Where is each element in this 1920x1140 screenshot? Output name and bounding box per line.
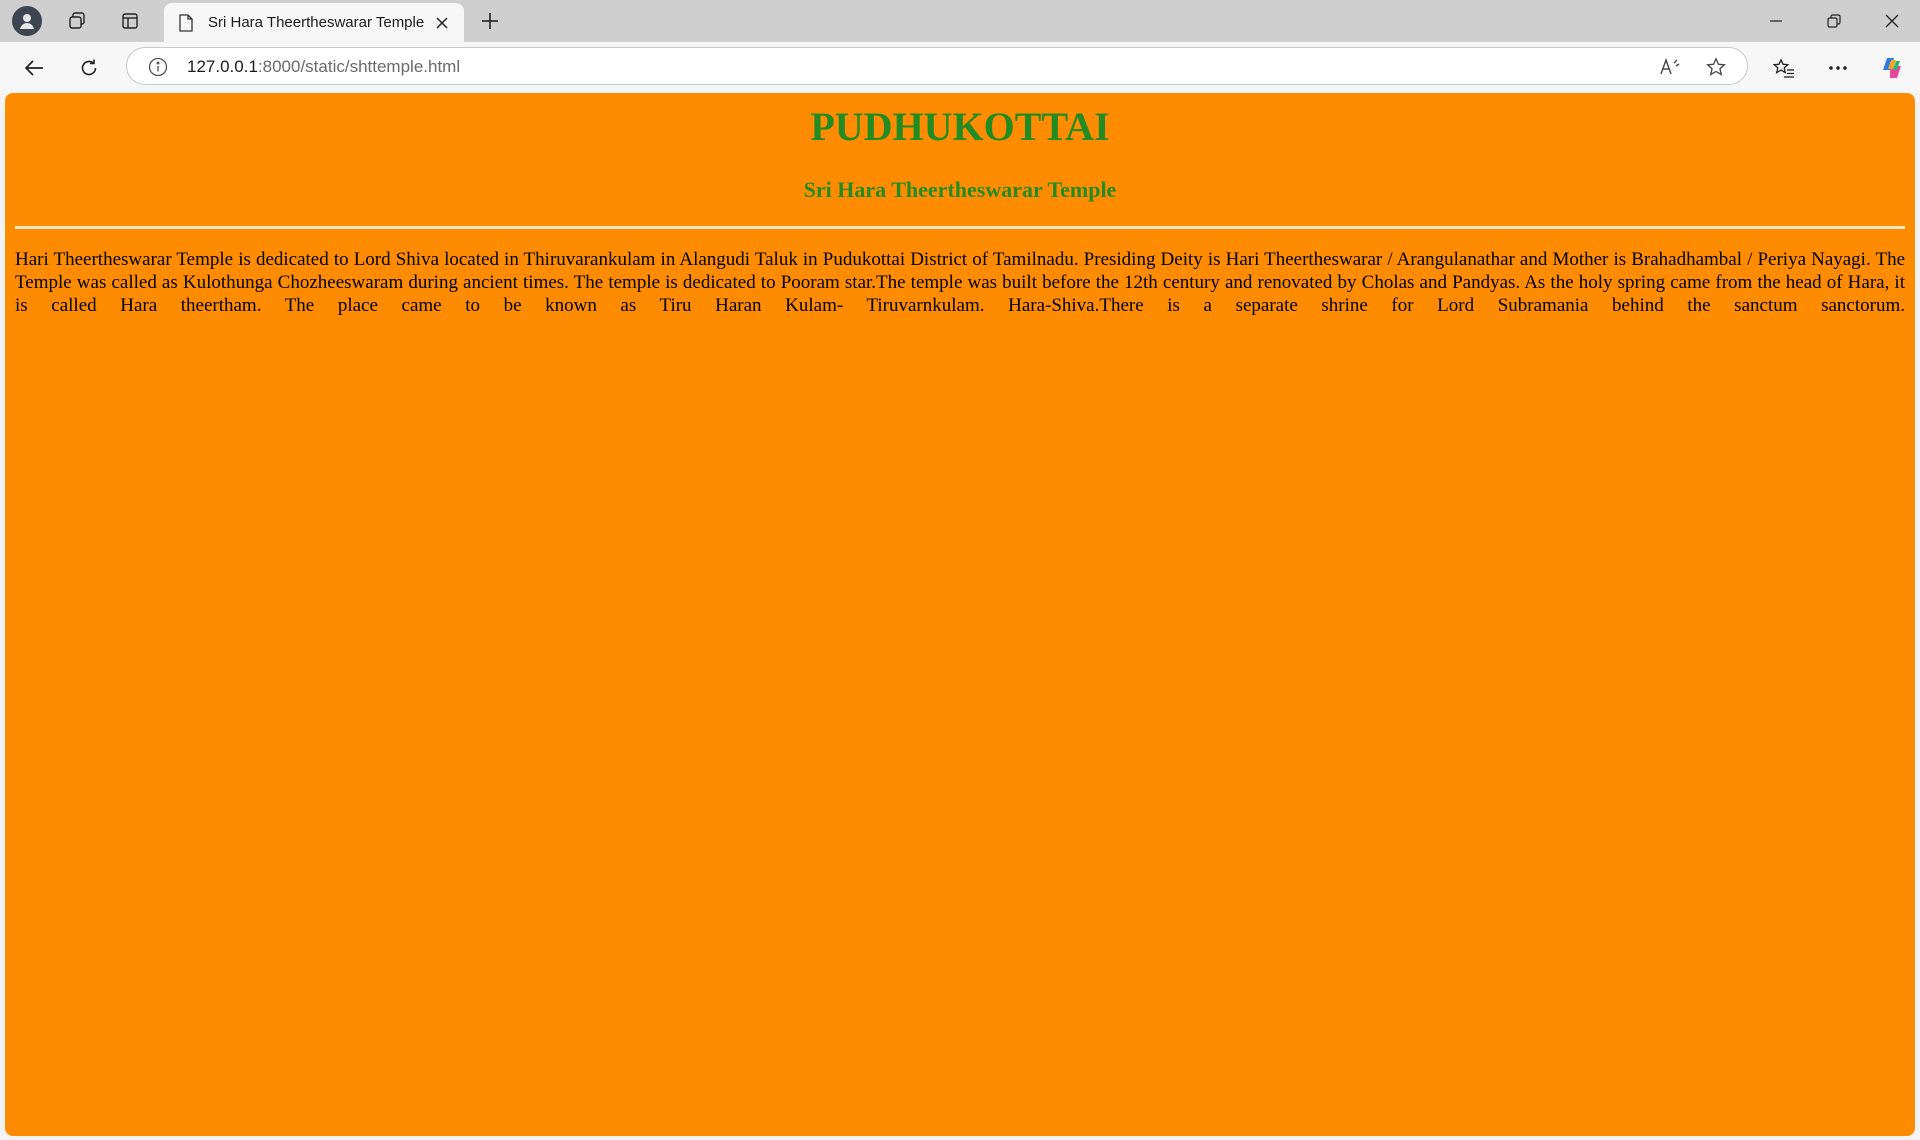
tab-title: Sri Hara Theertheswarar Temple: [208, 14, 425, 31]
close-tab-icon[interactable]: [428, 9, 456, 37]
url-host: 127.0.0.1: [187, 57, 258, 76]
navigation-bar: 127.0.0.1:8000/static/shttemple.html: [0, 42, 1920, 92]
divider: [15, 226, 1905, 229]
profile-avatar-icon[interactable]: [12, 6, 42, 36]
close-window-icon[interactable]: [1864, 0, 1920, 42]
url-text[interactable]: 127.0.0.1:8000/static/shttemple.html: [187, 57, 460, 77]
browser-tab[interactable]: Sri Hara Theertheswarar Temple: [164, 3, 464, 42]
info-icon[interactable]: [147, 56, 169, 78]
title-bar: Sri Hara Theertheswarar Temple: [0, 0, 1920, 42]
read-aloud-icon[interactable]: [1657, 54, 1683, 80]
favorites-icon[interactable]: [1766, 50, 1802, 86]
back-arrow-icon[interactable]: [16, 50, 52, 86]
more-icon[interactable]: [1820, 50, 1856, 86]
page-heading: PUDHUKOTTAI: [810, 104, 1110, 149]
address-bar[interactable]: 127.0.0.1:8000/static/shttemple.html: [126, 47, 1748, 85]
minimize-icon[interactable]: [1748, 0, 1804, 42]
copilot-icon[interactable]: [1874, 50, 1910, 86]
refresh-icon[interactable]: [71, 50, 107, 86]
page-icon: [176, 13, 196, 33]
vertical-tabs-icon[interactable]: [114, 5, 146, 37]
workspaces-icon[interactable]: [61, 5, 93, 37]
temple-description: Hari Theertheswarar Temple is dedicated …: [15, 249, 1905, 316]
favorite-star-icon[interactable]: [1703, 54, 1729, 80]
new-tab-plus-icon[interactable]: [474, 5, 506, 37]
url-path: :8000/static/shttemple.html: [257, 57, 461, 76]
page-viewport: PUDHUKOTTAI Sri Hara Theertheswarar Temp…: [5, 93, 1915, 1136]
restore-icon[interactable]: [1806, 0, 1862, 42]
page-subheading: Sri Hara Theertheswarar Temple: [803, 177, 1117, 202]
